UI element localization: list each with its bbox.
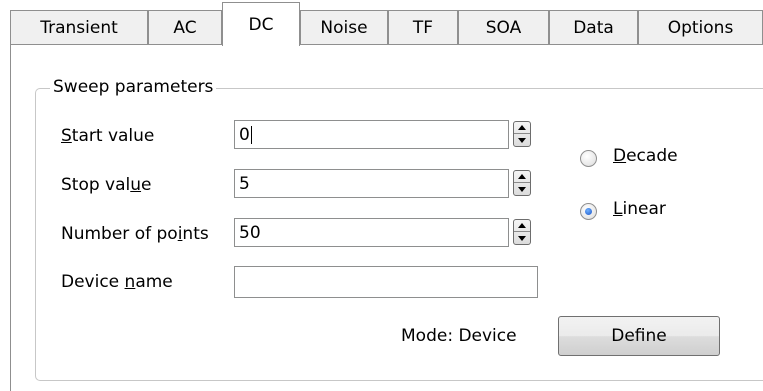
panel-border: [10, 44, 11, 391]
tab-options[interactable]: Options: [638, 10, 763, 44]
tab-tf[interactable]: TF: [388, 10, 458, 44]
chevron-up-icon[interactable]: [514, 122, 530, 134]
chevron-up-icon[interactable]: [514, 220, 530, 232]
chevron-down-icon[interactable]: [514, 183, 530, 195]
chevron-down-icon[interactable]: [514, 232, 530, 244]
tab-dc[interactable]: DC: [222, 2, 300, 46]
tab-transient[interactable]: Transient: [10, 10, 148, 44]
stop-value-spinner[interactable]: [513, 170, 531, 196]
define-button[interactable]: Define: [558, 316, 720, 356]
mode-status-text: Mode: Device: [401, 326, 517, 346]
decade-label[interactable]: Decade: [613, 146, 678, 166]
start-value-spinner[interactable]: [513, 121, 531, 147]
tab-strip-border: [10, 44, 763, 45]
stop-value-input[interactable]: 5: [234, 169, 509, 198]
decade-radio[interactable]: [580, 150, 597, 167]
tab-soa[interactable]: SOA: [458, 10, 549, 44]
number-of-points-input[interactable]: 50: [234, 218, 509, 247]
number-of-points-label: Number of points: [61, 224, 209, 244]
tab-noise[interactable]: Noise: [300, 10, 388, 44]
device-name-label: Device name: [61, 272, 173, 292]
tab-data[interactable]: Data: [549, 10, 638, 44]
start-value-label: Start value: [61, 126, 155, 146]
start-value-input[interactable]: 0: [234, 120, 509, 149]
sweep-parameters-title: Sweep parameters: [50, 77, 217, 97]
linear-radio[interactable]: [580, 203, 597, 220]
radio-selected-dot: [585, 208, 592, 215]
tab-ac[interactable]: AC: [148, 10, 222, 44]
stop-value-label: Stop value: [61, 175, 152, 195]
chevron-down-icon[interactable]: [514, 134, 530, 146]
number-of-points-spinner[interactable]: [513, 219, 531, 245]
chevron-up-icon[interactable]: [514, 171, 530, 183]
device-name-input[interactable]: [234, 266, 538, 298]
linear-label[interactable]: Linear: [613, 199, 666, 219]
